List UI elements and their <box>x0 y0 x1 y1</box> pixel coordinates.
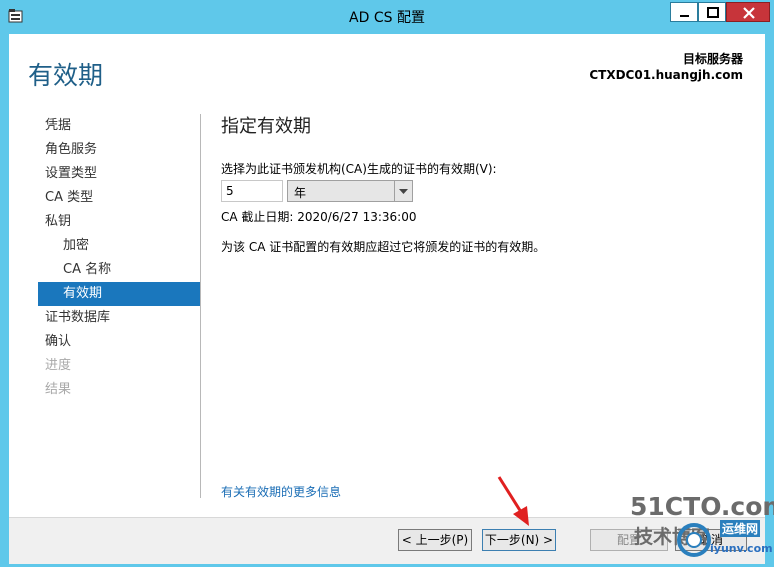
dropdown-arrow-icon <box>394 181 412 201</box>
watermark-ops: 运维网 <box>720 520 761 537</box>
nav-item-results: 结果 <box>45 382 72 397</box>
nav-item-confirmation[interactable]: 确认 <box>38 330 200 354</box>
nav-item-credentials[interactable]: 凭据 <box>38 114 200 138</box>
close-icon <box>743 7 755 19</box>
nav-item-validity-period[interactable]: 有效期 <box>38 282 200 306</box>
watermark: 51CTO.com 技术博客 运维网 iyunv.com <box>630 492 774 564</box>
nav-item-ca-name[interactable]: CA 名称 <box>38 258 200 282</box>
watermark-domain: iyunv.com <box>710 542 773 555</box>
nav-item-progress: 进度 <box>45 358 72 373</box>
page-title: 有效期 <box>28 61 104 90</box>
validity-note: 为该 CA 证书配置的有效期应超过它将颁发的证书的有效期。 <box>221 240 546 254</box>
target-server-value: CTXDC01.huangjh.com <box>589 68 743 82</box>
maximize-button[interactable] <box>698 2 726 22</box>
maximize-icon <box>707 7 719 18</box>
nav-divider <box>200 114 201 498</box>
nav-item-certificate-database[interactable]: 证书数据库 <box>38 306 200 330</box>
target-server-label: 目标服务器 <box>682 52 743 66</box>
watermark-logo-icon <box>677 523 711 557</box>
nav-item-role-services[interactable]: 角色服务 <box>38 138 200 162</box>
nav-item-private-key[interactable]: 私钥 <box>38 210 200 234</box>
wizard-body: 有效期 目标服务器 CTXDC01.huangjh.com 凭据 角色服务 设置… <box>9 34 765 517</box>
previous-button[interactable]: < 上一步(P) <box>398 529 472 551</box>
wizard-nav: 凭据 角色服务 设置类型 CA 类型 私钥 加密 CA 名称 有效期 证书数据库… <box>38 114 200 402</box>
validity-period-input[interactable]: 5 <box>221 180 283 202</box>
nav-item-cryptography[interactable]: 加密 <box>38 234 200 258</box>
title-bar[interactable]: AD CS 配置 <box>0 0 774 34</box>
minimize-icon <box>680 15 689 17</box>
minimize-button[interactable] <box>670 2 698 22</box>
close-button[interactable] <box>726 2 770 22</box>
validity-period-label: 选择为此证书颁发机构(CA)生成的证书的有效期(V): <box>221 162 497 176</box>
annotation-arrow-icon <box>497 476 529 526</box>
nav-item-ca-type[interactable]: CA 类型 <box>38 186 200 210</box>
nav-item-setup-type[interactable]: 设置类型 <box>38 162 200 186</box>
validity-unit-select[interactable]: 年 <box>287 180 413 202</box>
watermark-site: 51CTO.com <box>630 492 774 521</box>
more-info-link[interactable]: 有关有效期的更多信息 <box>221 483 341 500</box>
ca-expiry-date: CA 截止日期: 2020/6/27 13:36:00 <box>221 210 417 224</box>
window-title: AD CS 配置 <box>349 10 425 26</box>
section-title: 指定有效期 <box>221 116 311 137</box>
validity-unit-value: 年 <box>294 186 307 200</box>
